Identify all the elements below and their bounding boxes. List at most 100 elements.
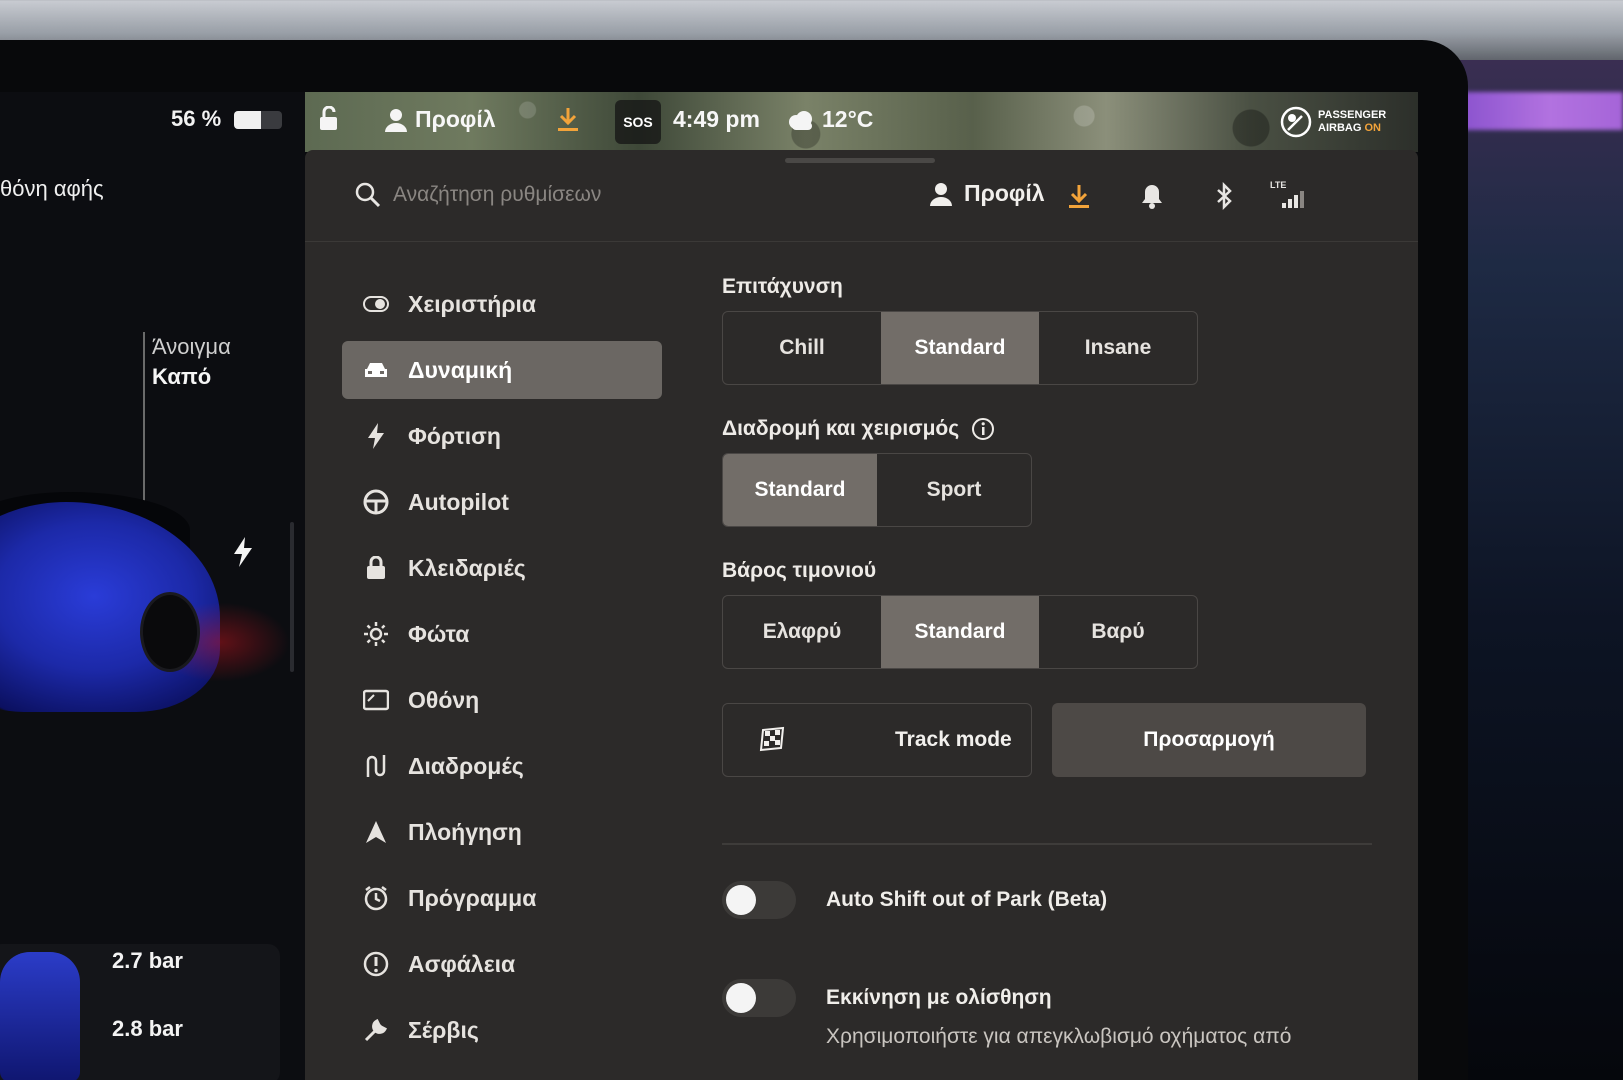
nav-label: Σέρβις bbox=[408, 1016, 479, 1043]
person-icon bbox=[385, 108, 407, 132]
tire-car-image bbox=[0, 952, 80, 1080]
ride-standard[interactable]: Standard bbox=[723, 454, 877, 526]
person-icon bbox=[930, 182, 952, 206]
touchscreen-label: θόνη αφής bbox=[0, 176, 104, 201]
nav-item-trips[interactable]: Διαδρομές bbox=[342, 737, 662, 795]
nav-label: Πρόγραμμα bbox=[408, 884, 537, 911]
slip-start-label: Εκκίνηση με ολίσθηση bbox=[826, 986, 1052, 1009]
clock: 4:49 pm bbox=[673, 106, 760, 132]
nav-label: Χειριστήρια bbox=[408, 290, 537, 317]
acceleration-selector: Chill Standard Insane bbox=[722, 311, 1198, 385]
auto-shift-label: Auto Shift out of Park (Beta) bbox=[826, 888, 1108, 911]
nav-label: Δυναμική bbox=[408, 356, 513, 383]
nav-item-lights[interactable]: Φώτα bbox=[342, 605, 662, 663]
acceleration-standard[interactable]: Standard bbox=[881, 312, 1039, 384]
open-frunk-button[interactable]: Καπό bbox=[152, 364, 211, 390]
track-mode-label: Track mode bbox=[895, 728, 1012, 751]
charge-port-icon[interactable] bbox=[232, 537, 254, 567]
download-icon[interactable] bbox=[556, 106, 580, 132]
lte-signal-icon: LTE bbox=[1270, 180, 1312, 210]
nav-item-service[interactable]: Σέρβις bbox=[342, 1001, 662, 1059]
tire-pressure-rear: 2.8 bar bbox=[112, 1016, 183, 1041]
info-icon[interactable] bbox=[971, 417, 995, 441]
settings-top-bar: Προφίλ LTE bbox=[305, 150, 1418, 242]
tire-pressure-front: 2.7 bar bbox=[112, 948, 183, 973]
nav-item-dynamics[interactable]: Δυναμική bbox=[342, 341, 662, 399]
nav-label: Φώτα bbox=[408, 620, 470, 647]
car-icon bbox=[362, 356, 390, 384]
steering-wheel-icon bbox=[362, 488, 390, 516]
bluetooth-icon[interactable] bbox=[1210, 182, 1238, 210]
weather: 12°C bbox=[786, 106, 873, 133]
customize-button[interactable]: Προσαρμογή bbox=[1052, 703, 1366, 777]
display-icon bbox=[362, 686, 390, 714]
profile-button[interactable]: Προφίλ bbox=[930, 180, 1045, 207]
car-wheel bbox=[140, 592, 200, 672]
steering-standard[interactable]: Standard bbox=[881, 596, 1039, 668]
nav-label: Οθόνη bbox=[408, 686, 480, 713]
auto-shift-row: Auto Shift out of Park (Beta) bbox=[722, 881, 1382, 919]
nav-item-autopilot[interactable]: Autopilot bbox=[342, 473, 662, 531]
search-icon bbox=[355, 182, 381, 208]
nav-label: Φόρτιση bbox=[408, 422, 501, 449]
download-icon[interactable] bbox=[1065, 182, 1093, 210]
search-input[interactable] bbox=[393, 176, 793, 214]
open-frunk-label[interactable]: Άνοιγμα bbox=[152, 334, 231, 360]
ride-handling-selector: Standard Sport bbox=[722, 453, 1032, 527]
airbag-line2-prefix: AIRBAG bbox=[1318, 122, 1362, 134]
bolt-icon bbox=[362, 422, 390, 450]
airbag-icon bbox=[1280, 106, 1312, 138]
sos-label: SOS bbox=[623, 114, 653, 130]
settings-nav: Χειριστήρια Δυναμική Φόρτιση Autopilot Κ… bbox=[342, 275, 662, 1067]
nav-item-safety[interactable]: Ασφάλεια bbox=[342, 935, 662, 993]
profile-label: Προφίλ bbox=[964, 180, 1045, 206]
nav-label: Πλοήγηση bbox=[408, 818, 522, 845]
vehicle-pane: 56 % θόνη αφής Άνοιγμα Καπό 2.7 bar 2.8 … bbox=[0, 92, 305, 1080]
slip-start-toggle[interactable] bbox=[722, 979, 796, 1017]
acceleration-label: Επιτάχυνση bbox=[722, 275, 843, 298]
battery-icon bbox=[234, 111, 282, 129]
settings-panel: Προφίλ LTE Χειριστήρια Δυναμική Φόρτιση bbox=[305, 150, 1418, 1080]
track-mode-button[interactable]: Track mode bbox=[722, 703, 1032, 777]
slip-start-description: Χρησιμοποιήστε για απεγκλωβισμό οχήματος… bbox=[826, 1025, 1292, 1048]
pane-scrollbar[interactable] bbox=[290, 522, 294, 672]
nav-label: Autopilot bbox=[408, 488, 509, 515]
nav-item-charging[interactable]: Φόρτιση bbox=[342, 407, 662, 465]
temperature: 12°C bbox=[822, 106, 874, 132]
steering-heavy[interactable]: Βαρύ bbox=[1039, 596, 1197, 668]
cloud-icon bbox=[789, 110, 812, 130]
nav-item-schedule[interactable]: Πρόγραμμα bbox=[342, 869, 662, 927]
toggle-icon bbox=[362, 290, 390, 318]
status-profile-label: Προφίλ bbox=[415, 106, 496, 132]
status-profile-button[interactable]: Προφίλ bbox=[385, 106, 496, 133]
auto-shift-toggle[interactable] bbox=[722, 881, 796, 919]
steering-label: Βάρος τιμονιού bbox=[722, 559, 877, 582]
airbag-state: ON bbox=[1364, 122, 1381, 134]
steering-selector: Ελαφρύ Standard Βαρύ bbox=[722, 595, 1198, 669]
ride-handling-label: Διαδρομή και χειρισμός bbox=[722, 417, 960, 440]
sos-button[interactable]: SOS bbox=[615, 100, 661, 144]
nav-label: Διαδρομές bbox=[408, 752, 524, 779]
battery-percent: 56 % bbox=[171, 106, 222, 131]
acceleration-chill[interactable]: Chill bbox=[723, 312, 881, 384]
lock-icon bbox=[362, 554, 390, 582]
nav-item-controls[interactable]: Χειριστήρια bbox=[342, 275, 662, 333]
light-icon bbox=[362, 620, 390, 648]
touchscreen: 56 % θόνη αφής Άνοιγμα Καπό 2.7 bar 2.8 … bbox=[0, 92, 1418, 1080]
nav-item-display[interactable]: Οθόνη bbox=[342, 671, 662, 729]
wrench-icon bbox=[362, 1016, 390, 1044]
ride-sport[interactable]: Sport bbox=[877, 454, 1031, 526]
dynamics-settings: Επιτάχυνση Chill Standard Insane Διαδρομ… bbox=[722, 275, 1382, 1049]
trips-icon bbox=[362, 752, 390, 780]
acceleration-insane[interactable]: Insane bbox=[1039, 312, 1197, 384]
nav-item-navigation[interactable]: Πλοήγηση bbox=[342, 803, 662, 861]
section-divider bbox=[722, 843, 1372, 845]
nav-item-locks[interactable]: Κλειδαριές bbox=[342, 539, 662, 597]
airbag-line1: PASSENGER bbox=[1318, 109, 1387, 121]
bell-icon[interactable] bbox=[1138, 182, 1166, 210]
nav-label: Ασφάλεια bbox=[408, 950, 516, 977]
schedule-icon bbox=[362, 884, 390, 912]
steering-light[interactable]: Ελαφρύ bbox=[723, 596, 881, 668]
unlock-icon[interactable] bbox=[318, 106, 342, 132]
checkered-flag-icon bbox=[759, 726, 785, 752]
